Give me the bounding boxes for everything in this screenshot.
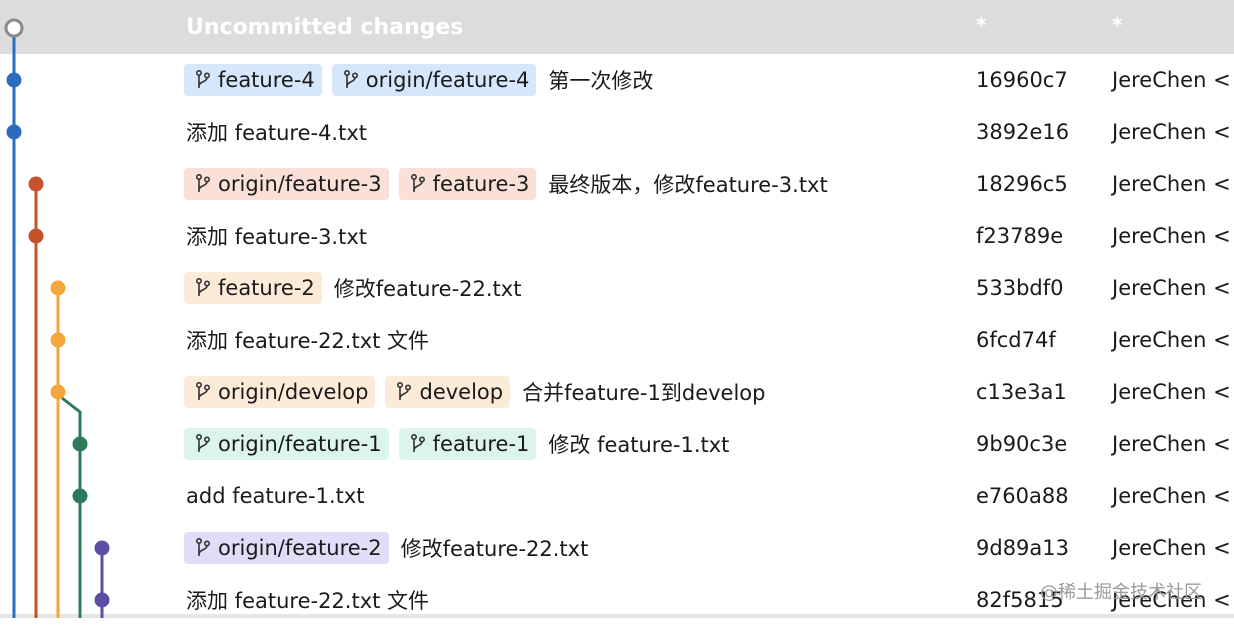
- branch-tag-label: feature-2: [218, 276, 315, 300]
- commit-hash: c13e3a1: [976, 380, 1067, 404]
- bottom-border: [0, 614, 1234, 618]
- commit-author: JereChen <: [1112, 224, 1231, 248]
- commit-message-cell: feature-4 origin/feature-4 第一次修改: [184, 54, 653, 106]
- commit-row[interactable]: add feature-1.txt e760a88 JereChen <: [0, 470, 1234, 522]
- commit-author: JereChen <: [1112, 276, 1231, 300]
- commit-author: JereChen <: [1112, 432, 1231, 456]
- commit-hash: 9b90c3e: [976, 432, 1068, 456]
- watermark: @稀土掘金技术社区: [1040, 582, 1202, 603]
- branch-tag-label: origin/feature-4: [365, 68, 530, 92]
- commit-message: 添加 feature-22.txt 文件: [186, 589, 430, 613]
- commit-author: JereChen <: [1112, 68, 1231, 92]
- commit-hash: *: [976, 13, 987, 37]
- commit-message-cell: 添加 feature-3.txt: [184, 210, 367, 262]
- commit-author: JereChen <: [1112, 328, 1231, 352]
- commit-message-cell: 添加 feature-22.txt 文件: [184, 314, 429, 366]
- commit-row[interactable]: 添加 feature-3.txt f23789e JereChen <: [0, 210, 1234, 262]
- commit-message-cell: origin/feature-3 feature-3 最终版本，修改feature-…: [184, 158, 828, 210]
- commit-row[interactable]: origin/feature-3 feature-3 最终版本，修改feature-…: [0, 158, 1234, 210]
- branch-tag[interactable]: origin/feature-4: [331, 64, 537, 96]
- commit-row[interactable]: 添加 feature-22.txt 文件 6fcd74f JereChen <: [0, 314, 1234, 366]
- branch-tag[interactable]: origin/develop: [184, 376, 376, 408]
- commit-row[interactable]: origin/feature-1 feature-1 修改 feature-1.tx…: [0, 418, 1234, 470]
- commit-message: 修改 feature-1.txt: [548, 433, 730, 457]
- commit-message-cell: add feature-1.txt: [184, 470, 365, 522]
- commit-message-cell: origin/feature-1 feature-1 修改 feature-1.tx…: [184, 418, 729, 470]
- commit-row[interactable]: feature-2 修改feature-22.txt 533bdf0 JereChen…: [0, 262, 1234, 314]
- branch-icon: [195, 277, 211, 296]
- branch-tag[interactable]: origin/feature-1: [184, 428, 389, 460]
- branch-tag[interactable]: feature-2: [184, 272, 322, 304]
- branch-icon: [343, 69, 358, 88]
- branch-tag[interactable]: feature-3: [398, 168, 537, 200]
- commit-message: 修改feature-22.txt: [400, 537, 589, 561]
- commit-message: 添加 feature-4.txt: [186, 121, 368, 145]
- commit-row[interactable]: 添加 feature-4.txt 3892e16 JereChen <: [0, 106, 1234, 158]
- commit-message: 修改feature-22.txt: [333, 277, 522, 301]
- commit-message: 第一次修改: [548, 69, 654, 93]
- branch-tag[interactable]: develop: [385, 376, 511, 408]
- commit-message: 添加 feature-3.txt: [186, 225, 368, 249]
- commit-author: JereChen <: [1112, 380, 1231, 404]
- commit-author: *: [1112, 13, 1123, 37]
- uncommitted-changes-row[interactable]: Uncommitted changes * *: [0, 0, 1234, 54]
- commit-row[interactable]: feature-4 origin/feature-4 第一次修改 16960c7 Jer…: [0, 54, 1234, 106]
- commit-hash: f23789e: [976, 224, 1064, 248]
- branch-icon: [195, 173, 211, 192]
- commit-message-cell: 添加 feature-22.txt 文件: [184, 574, 429, 626]
- commit-hash: 9d89a13: [976, 536, 1070, 560]
- commit-author: JereChen <: [1112, 120, 1231, 144]
- commit-message-cell: 添加 feature-4.txt: [184, 106, 367, 158]
- branch-tag[interactable]: feature-1: [398, 428, 537, 460]
- commit-message-cell: feature-2 修改feature-22.txt: [184, 262, 521, 314]
- branch-icon: [397, 381, 412, 400]
- commit-row[interactable]: origin/feature-2 修改feature-22.txt 9d89a13 J…: [0, 522, 1234, 574]
- branch-tag[interactable]: feature-4: [184, 64, 322, 96]
- commit-hash: 533bdf0: [976, 276, 1064, 300]
- commit-author: JereChen <: [1112, 484, 1231, 508]
- branch-tag[interactable]: origin/feature-2: [184, 532, 389, 564]
- commit-message-cell: origin/feature-2 修改feature-22.txt: [184, 522, 588, 574]
- branch-icon: [195, 433, 211, 452]
- commit-hash: 16960c7: [976, 68, 1068, 92]
- branch-tag-label: origin/feature-1: [218, 432, 382, 456]
- commit-hash: 18296c5: [976, 172, 1068, 196]
- commit-message: add feature-1.txt: [186, 484, 365, 508]
- branch-tag-label: feature-3: [432, 172, 530, 196]
- commit-row[interactable]: origin/develop develop 合并feature-1到develop…: [0, 366, 1234, 418]
- commit-message-cell: origin/develop develop 合并feature-1到develop: [184, 366, 765, 418]
- branch-icon: [410, 433, 425, 452]
- commit-hash: e760a88: [976, 484, 1069, 508]
- branch-tag[interactable]: origin/feature-3: [184, 168, 389, 200]
- commit-message: Uncommitted changes: [186, 15, 464, 40]
- commit-hash: 3892e16: [976, 120, 1070, 144]
- branch-tag-label: feature-4: [218, 68, 315, 92]
- commit-message: 最终版本，修改feature-3.txt: [548, 173, 828, 197]
- branch-icon: [195, 381, 211, 400]
- branch-tag-label: origin/feature-3: [218, 172, 382, 196]
- commit-hash: 6fcd74f: [976, 328, 1056, 352]
- branch-tag-label: feature-1: [432, 432, 530, 456]
- branch-tag-label: origin/develop: [218, 380, 369, 404]
- branch-tag-label: develop: [419, 380, 504, 404]
- commit-message: 添加 feature-22.txt 文件: [186, 329, 430, 353]
- commit-author: JereChen <: [1112, 536, 1231, 560]
- commit-author: JereChen <: [1112, 172, 1231, 196]
- branch-tag-label: origin/feature-2: [218, 536, 382, 560]
- commit-message: 合并feature-1到develop: [522, 381, 766, 405]
- branch-icon: [195, 69, 211, 88]
- branch-icon: [410, 173, 425, 192]
- branch-icon: [195, 537, 211, 556]
